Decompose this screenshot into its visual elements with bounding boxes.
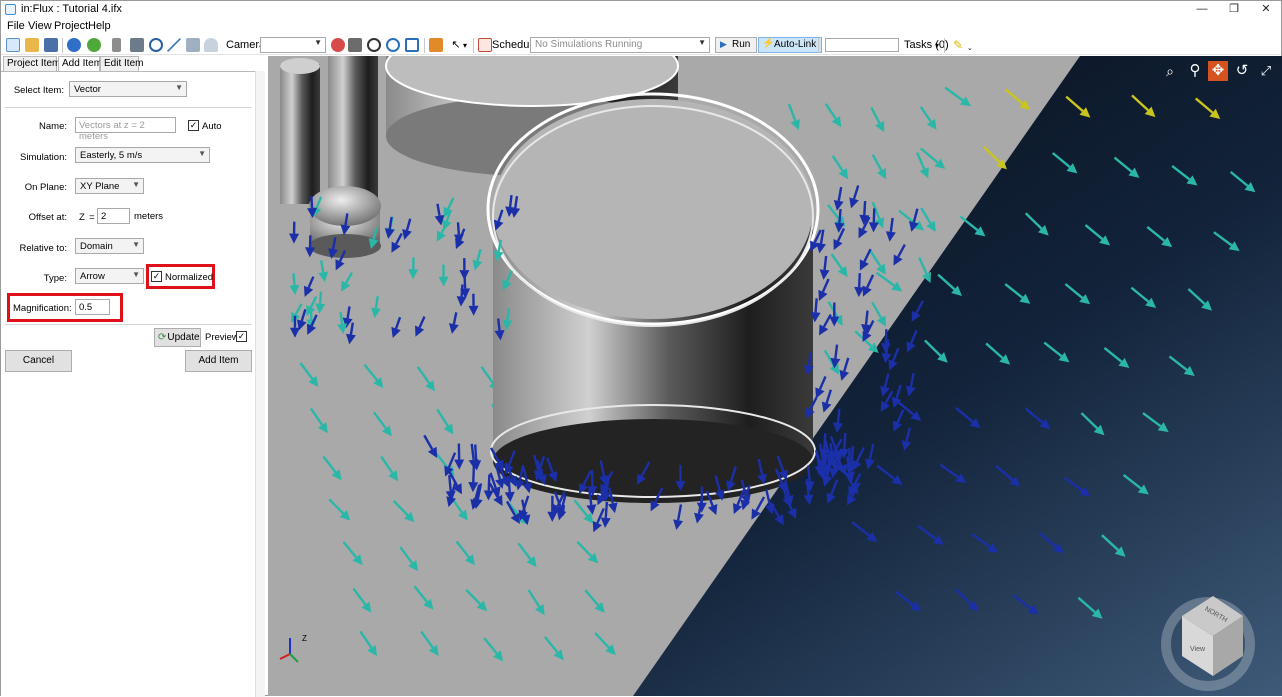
save-camera-icon[interactable] xyxy=(348,38,362,52)
open-folder-icon[interactable] xyxy=(25,38,39,52)
simulation-label: Simulation: xyxy=(11,152,67,163)
pointer-icon[interactable]: ↖ xyxy=(449,38,463,52)
relative-to-label: Relative to: xyxy=(11,243,67,254)
add-item-button[interactable]: Add Item xyxy=(185,350,252,372)
new-project-icon[interactable] xyxy=(6,38,20,52)
tab-edit-item[interactable]: Edit Item xyxy=(100,56,139,71)
select-item-dropdown[interactable]: Vector▼ xyxy=(69,81,187,97)
schedule-icon xyxy=(478,38,492,52)
viewcube-left-face: View xyxy=(1190,646,1206,653)
relative-to-dropdown[interactable]: Domain▼ xyxy=(75,238,144,254)
window-title: in:Flux : Tutorial 4.ifx xyxy=(21,3,122,15)
menu-help[interactable]: Help xyxy=(88,20,111,32)
schedule-select[interactable]: No Simulations Running▼ xyxy=(530,37,710,53)
rotate-icon[interactable]: ↺ xyxy=(1232,61,1252,81)
offset-field[interactable]: 2 xyxy=(97,208,130,224)
pan-icon[interactable]: ✥ xyxy=(1208,61,1228,81)
add-geometry-icon[interactable] xyxy=(87,38,101,52)
on-plane-label: On Plane: xyxy=(11,182,67,193)
scene-canvas[interactable]: Z NORTH View xyxy=(268,56,1282,696)
zoom-region-icon[interactable]: ⌕ xyxy=(1160,61,1180,81)
zoom-icon[interactable]: ⚲ xyxy=(1185,61,1205,81)
tab-project-items[interactable]: Project Items xyxy=(3,56,57,71)
menu-file[interactable]: File xyxy=(7,20,25,32)
auto-label: Auto xyxy=(202,121,222,132)
app-window: in:Flux : Tutorial 4.ifx — ❐ ✕ File View… xyxy=(0,0,1282,696)
target-icon[interactable] xyxy=(149,38,163,52)
lightning-icon: ⚡ xyxy=(762,38,774,49)
toolbar-overflow-icon[interactable]: ⌄ xyxy=(967,44,973,52)
tasks-dropdown-icon[interactable]: ▾ xyxy=(935,41,939,50)
orbit-icon[interactable] xyxy=(367,38,381,52)
minimize-button[interactable]: — xyxy=(1187,1,1217,18)
line-tool-icon[interactable] xyxy=(167,38,181,52)
camera-select[interactable]: ▼ xyxy=(260,37,326,53)
dome-icon[interactable] xyxy=(204,38,218,52)
auto-checkbox[interactable]: ✓ xyxy=(188,120,199,131)
transfer-icon[interactable] xyxy=(429,38,443,52)
maximize-button[interactable]: ❐ xyxy=(1219,1,1249,18)
cancel-button[interactable]: Cancel xyxy=(5,350,72,372)
auto-link-button[interactable]: ⚡Auto-Link xyxy=(758,37,822,53)
app-icon xyxy=(5,4,16,15)
simulation-dropdown[interactable]: Easterly, 5 m/s▼ xyxy=(75,147,210,163)
offset-unit: meters xyxy=(134,211,163,222)
normalized-label: Normalized xyxy=(165,272,213,283)
pencil-icon[interactable]: ✎ xyxy=(951,38,965,52)
progress-bar xyxy=(825,38,899,52)
building-icon[interactable] xyxy=(112,38,121,52)
run-button[interactable]: ▶Run xyxy=(715,37,757,53)
monitor-icon[interactable] xyxy=(130,38,144,52)
name-field[interactable]: Vectors at z = 2 meters xyxy=(75,117,176,133)
fit-view-icon[interactable] xyxy=(405,38,419,52)
magnification-label: Magnification: xyxy=(13,303,68,314)
menu-bar: File View Project Help xyxy=(1,19,1281,34)
main-tank xyxy=(488,94,818,503)
plant-icon[interactable] xyxy=(186,38,200,52)
save-icon[interactable] xyxy=(44,38,58,52)
center-view-icon[interactable] xyxy=(386,38,400,52)
magnification-field[interactable]: 0.5 xyxy=(75,299,110,315)
offset-equals: = xyxy=(89,212,95,223)
main-toolbar: Camera: ▼ ↖ ▾ Schedule: No Simulations R… xyxy=(1,35,1281,55)
offset-axis-label: Z xyxy=(79,212,85,223)
refresh-icon: ⟳ xyxy=(158,329,166,346)
axis-z-label: Z xyxy=(302,634,307,643)
menu-project[interactable]: Project xyxy=(54,20,88,32)
select-item-label: Select Item: xyxy=(9,85,64,96)
tab-add-item[interactable]: Add Item xyxy=(58,56,100,72)
preview-checkbox[interactable]: ✓ xyxy=(236,331,247,342)
3d-viewport[interactable]: Z NORTH View ⌕ ⚲ ✥ ↺ ⤢ xyxy=(268,56,1282,696)
divider xyxy=(5,107,252,108)
type-label: Type: xyxy=(11,273,67,284)
play-icon: ▶ xyxy=(720,39,727,50)
close-button[interactable]: ✕ xyxy=(1251,1,1281,18)
title-bar: in:Flux : Tutorial 4.ifx — ❐ ✕ xyxy=(1,1,1281,18)
divider xyxy=(5,324,252,325)
tasks-menu[interactable]: Tasks (0) xyxy=(904,39,949,51)
update-button[interactable]: ⟳Update xyxy=(154,328,201,347)
name-label: Name: xyxy=(11,121,67,132)
pointer-dropdown-icon[interactable]: ▾ xyxy=(463,41,467,50)
offset-label: Offset at: xyxy=(11,212,67,223)
on-plane-dropdown[interactable]: XY Plane▼ xyxy=(75,178,144,194)
preview-label: Preview xyxy=(205,332,239,343)
add-item-panel: Select Item: Vector▼ Name: Vectors at z … xyxy=(1,71,259,697)
type-dropdown[interactable]: Arrow▼ xyxy=(75,268,144,284)
panel-scrollbar[interactable] xyxy=(255,71,265,697)
delete-camera-icon[interactable] xyxy=(331,38,345,52)
normalized-checkbox[interactable]: ✓ xyxy=(151,271,162,282)
info-icon[interactable] xyxy=(67,38,81,52)
menu-view[interactable]: View xyxy=(28,20,52,32)
fullscreen-icon[interactable]: ⤢ xyxy=(1256,61,1276,81)
